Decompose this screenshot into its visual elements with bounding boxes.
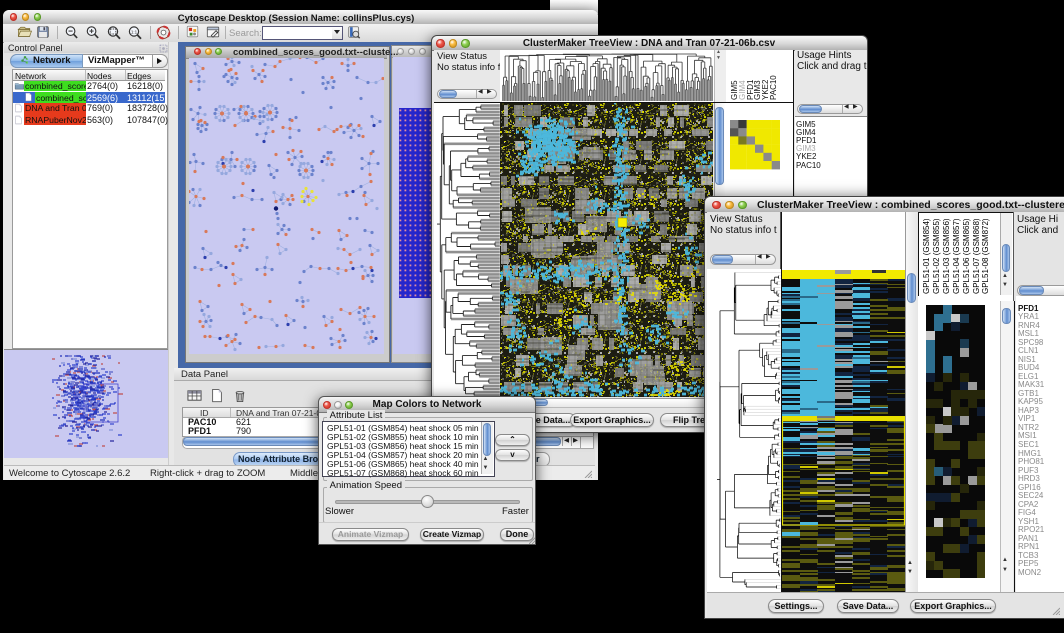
svg-text:1:1: 1:1 [131,30,138,35]
